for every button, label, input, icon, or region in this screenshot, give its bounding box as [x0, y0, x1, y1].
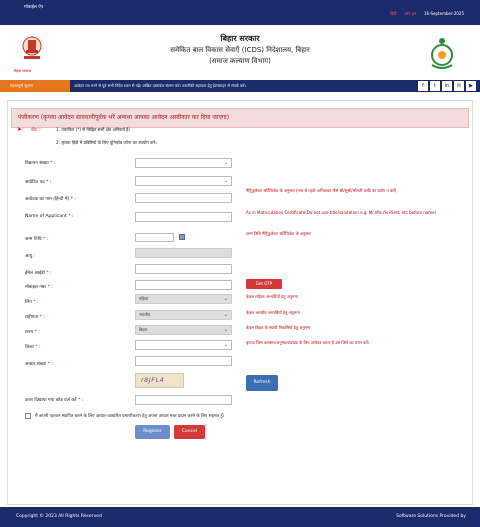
district-select[interactable]: ⌄: [135, 340, 232, 350]
hint-name-hindi: मैट्रिकुलेशन सर्टिफिकेट के अनुसार (नाम स…: [246, 188, 397, 193]
dob-input[interactable]: [135, 233, 174, 242]
captcha-refresh-button[interactable]: Refresh: [246, 375, 278, 391]
site-footer: Copyright © 2023 All Rights Reserved Sof…: [0, 507, 480, 527]
name-hindi-input[interactable]: [135, 193, 232, 203]
gender-select[interactable]: महिला ⌄: [135, 294, 232, 304]
chevron-down-icon: ⌄: [223, 160, 228, 166]
label-advertisement-no: विज्ञापन संख्या * :: [25, 161, 56, 166]
label-state: राज्य * :: [25, 330, 40, 335]
get-otp-button[interactable]: Get OTP: [246, 279, 282, 289]
notice-strip: महत्वपूर्ण सूचना आवेदन पत्र भरने से पूर्…: [0, 80, 480, 92]
top-bar: मोबाईल ऐप हिंदी लॉग इन 16-September-2025: [0, 0, 480, 25]
aadhaar-input[interactable]: [135, 356, 232, 366]
chevron-down-icon: ⌄: [223, 312, 228, 318]
post-select[interactable]: ⌄: [135, 176, 232, 186]
footer-copyright: Copyright © 2023 All Rights Reserved: [16, 514, 102, 519]
linkedin-icon[interactable]: in: [442, 81, 452, 91]
chevron-down-icon: ⌄: [223, 342, 228, 348]
advertisement-no-select[interactable]: ⌄: [135, 158, 232, 168]
icds-logo-icon: [431, 38, 453, 69]
note-arrow-icon: ➤: [17, 126, 23, 133]
important-notice-label: महत्वपूर्ण सूचना: [0, 80, 70, 92]
header-title-govt: बिहार सरकार: [220, 34, 260, 43]
hint-dob: जन्म तिथि मैट्रिकुलेशन सर्टिफिकेट के अनु…: [246, 231, 311, 236]
emblem-label: बिहार सरकार: [14, 69, 32, 73]
footer-credits: Software Solutions Provided by: [396, 514, 466, 519]
header-title-directorate: समेकित बाल विकास सेवाएँ (ICDS) निदेशालय,…: [170, 46, 310, 54]
captcha-input[interactable]: [135, 395, 232, 405]
header-titles: बिहार सरकार समेकित बाल विकास सेवाएँ (ICD…: [0, 33, 480, 66]
label-post: आवेदित पद * :: [25, 180, 52, 185]
captcha-image: r8JFL4: [135, 373, 184, 388]
note-line-1: 1. तारांकित (*) से चिह्नित सभी क्षेत्र अ…: [56, 127, 131, 132]
facebook-icon[interactable]: f: [418, 81, 428, 91]
label-dob: जन्म तिथि * :: [25, 237, 49, 242]
consent-label: मैं अपनी पहचान स्थापित करने के लिए आधार-…: [35, 414, 225, 419]
form-container: [7, 100, 473, 505]
label-district: जिला * :: [25, 345, 41, 350]
email-input[interactable]: [135, 264, 232, 274]
chevron-down-icon: ⌄: [223, 178, 228, 184]
login-link[interactable]: लॉग इन: [405, 11, 416, 17]
calendar-icon[interactable]: [179, 234, 185, 240]
name-english-input[interactable]: [135, 212, 232, 222]
label-age: आयु :: [25, 254, 36, 259]
hint-name-english: As in Matriculation Certificate(Do not u…: [246, 210, 437, 215]
language-link[interactable]: हिंदी: [390, 11, 396, 17]
label-mobile: मोबाइल नंबर * :: [25, 285, 53, 290]
state-select[interactable]: बिहार ⌄: [135, 325, 232, 335]
consent-checkbox[interactable]: [25, 413, 31, 419]
chevron-down-icon: ⌄: [223, 327, 228, 333]
hint-gender: केवल महिला अभ्यर्थियाँ हेतु अनुमन्य: [246, 294, 298, 299]
age-input: [135, 248, 232, 258]
label-nationality: राष्ट्रीयता * :: [25, 315, 45, 320]
top-bar-right: हिंदी लॉग इन 16-September-2025: [390, 11, 464, 17]
hint-nationality: केवल भारतीय अभ्यर्थियाँ हेतु अनुमन्य: [246, 310, 300, 315]
mobile-app-link[interactable]: मोबाईल ऐप: [24, 4, 43, 10]
hint-state: केवल बिहार के स्थायी निवासियों हेतु अनुम…: [246, 325, 311, 330]
hint-district: कृपया जिस कलस्टर/अनुमंडल/प्रखंड के लिए आ…: [246, 340, 370, 345]
youtube-icon[interactable]: ▶: [466, 81, 476, 91]
register-button[interactable]: Register: [135, 425, 170, 439]
note-title: नोट :-: [31, 128, 42, 133]
nationality-select[interactable]: भारतीय ⌄: [135, 310, 232, 320]
label-captcha: ऊपर दिखाया गया कोड दर्ज करें * :: [25, 398, 84, 403]
label-gender: लिंग * :: [25, 300, 39, 305]
label-name-hindi: आवेदक का नाम (हिन्दी में) * :: [25, 197, 76, 202]
twitter-icon[interactable]: t: [430, 81, 440, 91]
notice-ticker[interactable]: आवेदन पत्र भरने से पूर्व सभी निर्देश ध्य…: [74, 80, 414, 92]
email-icon[interactable]: ✉: [454, 81, 464, 91]
current-date: 16-September-2025: [423, 11, 464, 16]
social-links: f t in ✉ ▶: [418, 81, 476, 91]
mobile-input[interactable]: [135, 280, 232, 290]
form-panel-heading: पंजीकरण (कृपया आवेदन सावधानीपूर्वक भरें …: [11, 108, 469, 128]
header-title-department: (समाज कल्याण विभाग): [209, 57, 271, 65]
cancel-button[interactable]: Cancel: [174, 425, 205, 439]
label-name-english: Name of Applicant * :: [25, 214, 74, 219]
note-line-2: 2. कृपया हिंदी में प्रविष्टियों के लिए य…: [56, 140, 157, 145]
label-email: ईमेल आईडी * :: [25, 271, 52, 276]
chevron-down-icon: ⌄: [223, 296, 228, 302]
site-header: बिहार सरकार बिहार सरकार समेकित बाल विकास…: [0, 25, 480, 80]
label-aadhaar: आधार संख्या * :: [25, 362, 53, 367]
